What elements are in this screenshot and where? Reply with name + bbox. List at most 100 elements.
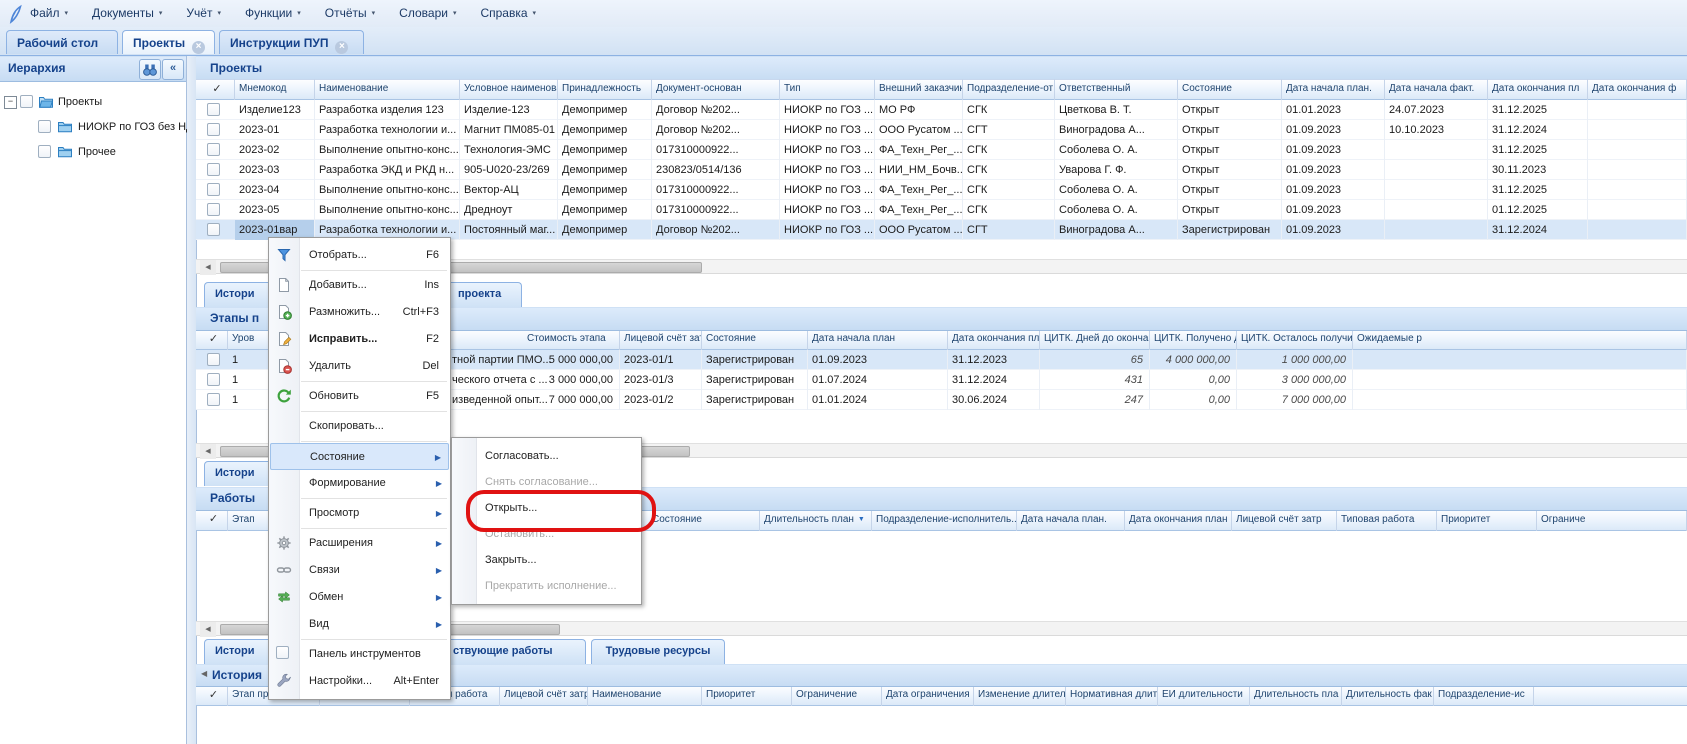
scroll-left-icon[interactable]: ◀ <box>200 444 216 459</box>
column-header-projects-14[interactable]: Дата окончания ф <box>1588 79 1687 100</box>
column-header-history-11[interactable]: ЕИ длительности <box>1158 685 1250 706</box>
cell: 2023-05 <box>235 200 315 220</box>
column-header-works-2[interactable]: Состояние <box>648 509 760 531</box>
submenu-arrow-icon: ▶ <box>436 470 442 497</box>
column-header-projects-8[interactable]: Подразделение-от <box>963 79 1055 100</box>
submenu-item-5[interactable]: Прекратить исполнение... <box>453 573 640 599</box>
column-header-projects-0[interactable]: ✓ <box>200 79 235 100</box>
column-header-projects-11[interactable]: Дата начала план. <box>1282 79 1385 100</box>
menu-item-19[interactable]: Вид▶ <box>270 611 449 638</box>
column-header-projects-13[interactable]: Дата окончания пл <box>1488 79 1588 100</box>
column-header-stages-3[interactable]: Стоимость этапа <box>523 329 620 350</box>
cell: СГК <box>963 160 1055 180</box>
column-header-history-5[interactable]: Наименование <box>588 685 702 706</box>
column-header-projects-9[interactable]: Ответственный <box>1055 79 1178 100</box>
menu-item-11[interactable]: Состояние▶ <box>270 443 449 470</box>
column-header-history-6[interactable]: Приоритет <box>702 685 792 706</box>
scroll-left-icon[interactable]: ◀ <box>200 622 216 637</box>
row-checkbox[interactable] <box>207 143 220 156</box>
menu-item-7[interactable]: ОбновитьF5 <box>270 383 449 410</box>
menu-item-16[interactable]: Расширения▶ <box>270 530 449 557</box>
tab-labor-resources[interactable]: Трудовые ресурсы <box>591 639 725 664</box>
column-header-works-10[interactable]: Ограниче <box>1537 509 1687 531</box>
column-header-stages-9[interactable]: ЦИТК. Получено д/с <box>1150 329 1237 350</box>
column-header-history-8[interactable]: Дата ограничения <box>882 685 974 706</box>
cell: Технология-ЭМС <box>460 140 558 160</box>
column-header-projects-1[interactable]: Мнемокод <box>235 79 315 100</box>
row-checkbox[interactable] <box>207 353 220 366</box>
row-checkbox[interactable] <box>207 163 220 176</box>
column-header-history-13[interactable]: Длительность фак <box>1342 685 1434 706</box>
column-header-stages-7[interactable]: Дата окончания план <box>948 329 1040 350</box>
column-header-works-3[interactable]: Длительность план▼ <box>760 509 872 531</box>
cell: Соболева О. А. <box>1055 180 1178 200</box>
column-header-works-4[interactable]: Подразделение-исполнитель.. <box>872 509 1017 531</box>
cell: МО РФ <box>875 100 963 120</box>
column-header-history-12[interactable]: Длительность пла <box>1250 685 1342 706</box>
row-checkbox[interactable] <box>207 223 220 236</box>
column-header-projects-10[interactable]: Состояние <box>1178 79 1282 100</box>
menu-item-3[interactable]: Размножить...Ctrl+F3 <box>270 299 449 326</box>
column-header-history-4[interactable]: Лицевой счёт затр <box>500 685 588 706</box>
column-header-history-9[interactable]: Изменение длител <box>974 685 1066 706</box>
menu-item-0[interactable]: Отобрать...F6 <box>270 242 449 269</box>
column-header-stages-0[interactable]: ✓ <box>200 329 228 350</box>
column-header-history-10[interactable]: Нормативная длит <box>1066 685 1158 706</box>
column-header-works-5[interactable]: Дата начала план. <box>1017 509 1125 531</box>
column-header-stages-8[interactable]: ЦИТК. Дней до окончания <box>1040 329 1150 350</box>
column-header-history-0[interactable]: ✓ <box>200 685 228 706</box>
cell: 01.09.2023 <box>1282 200 1385 220</box>
column-header-works-0[interactable]: ✓ <box>200 509 228 531</box>
row-checkbox[interactable] <box>207 103 220 116</box>
column-header-stages-11[interactable]: Ожидаемые р <box>1353 329 1687 350</box>
column-header-works-8[interactable]: Типовая работа <box>1337 509 1437 531</box>
menu-item-17[interactable]: Связи▶ <box>270 557 449 584</box>
menu-item-21[interactable]: Панель инструментов <box>270 641 449 668</box>
menu-item-12[interactable]: Формирование▶ <box>270 470 449 497</box>
row-checkbox[interactable] <box>207 123 220 136</box>
row-checkbox[interactable] <box>207 373 220 386</box>
column-header-stages-6[interactable]: Дата начала план <box>808 329 948 350</box>
menu-item-9[interactable]: Скопировать... <box>270 413 449 440</box>
cell: Выполнение опытно-конс... <box>315 200 460 220</box>
menu-item-22[interactable]: Настройки...Alt+Enter <box>270 668 449 695</box>
column-header-projects-12[interactable]: Дата начала факт. <box>1385 79 1488 100</box>
menu-item-18[interactable]: Обмен▶ <box>270 584 449 611</box>
cell: СГК <box>963 140 1055 160</box>
menu-item-4[interactable]: Исправить...F2 <box>270 326 449 353</box>
submenu-item-0[interactable]: Согласовать... <box>453 443 640 469</box>
cell <box>1385 160 1488 180</box>
column-header-projects-6[interactable]: Тип <box>780 79 875 100</box>
column-header-projects-2[interactable]: Наименование <box>315 79 460 100</box>
row-checkbox[interactable] <box>207 203 220 216</box>
column-header-projects-4[interactable]: Принадлежность <box>558 79 652 100</box>
menu-item-5[interactable]: УдалитьDel <box>270 353 449 380</box>
cell: 017310000922... <box>652 200 780 220</box>
column-header-projects-3[interactable]: Условное наименова <box>460 79 558 100</box>
cell: Выполнение опытно-конс... <box>315 180 460 200</box>
column-header-stages-4[interactable]: Лицевой счёт затрат. <box>620 329 702 350</box>
column-header-works-7[interactable]: Лицевой счёт затр <box>1232 509 1337 531</box>
column-header-projects-5[interactable]: Документ-основан <box>652 79 780 100</box>
column-header-works-9[interactable]: Приоритет <box>1437 509 1537 531</box>
menu-item-2[interactable]: Добавить...Ins <box>270 272 449 299</box>
submenu-arrow-icon: ▶ <box>436 530 442 557</box>
column-header-history-14[interactable]: Подразделение-ис <box>1434 685 1534 706</box>
row-checkbox[interactable] <box>207 183 220 196</box>
column-header-works-6[interactable]: Дата окончания план <box>1125 509 1232 531</box>
cell: 2023-03 <box>235 160 315 180</box>
scroll-left-icon[interactable]: ◀ <box>200 260 216 275</box>
menu-item-14[interactable]: Просмотр▶ <box>270 500 449 527</box>
cell: 3 000 000,00 <box>523 370 620 390</box>
cell <box>1385 140 1488 160</box>
column-header-stages-10[interactable]: ЦИТК. Осталось получить д/с <box>1237 329 1353 350</box>
column-header-projects-7[interactable]: Внешний заказчик <box>875 79 963 100</box>
submenu-arrow-icon: ▶ <box>436 584 442 611</box>
sort-icon: ▼ <box>858 516 865 523</box>
row-checkbox[interactable] <box>207 393 220 406</box>
scroll-left-icon[interactable]: ◀ <box>201 669 207 678</box>
column-header-stages-5[interactable]: Состояние <box>702 329 808 350</box>
column-header-history-7[interactable]: Ограничение <box>792 685 882 706</box>
cell: 31.12.2025 <box>1488 100 1588 120</box>
submenu-item-4[interactable]: Закрыть... <box>453 547 640 573</box>
